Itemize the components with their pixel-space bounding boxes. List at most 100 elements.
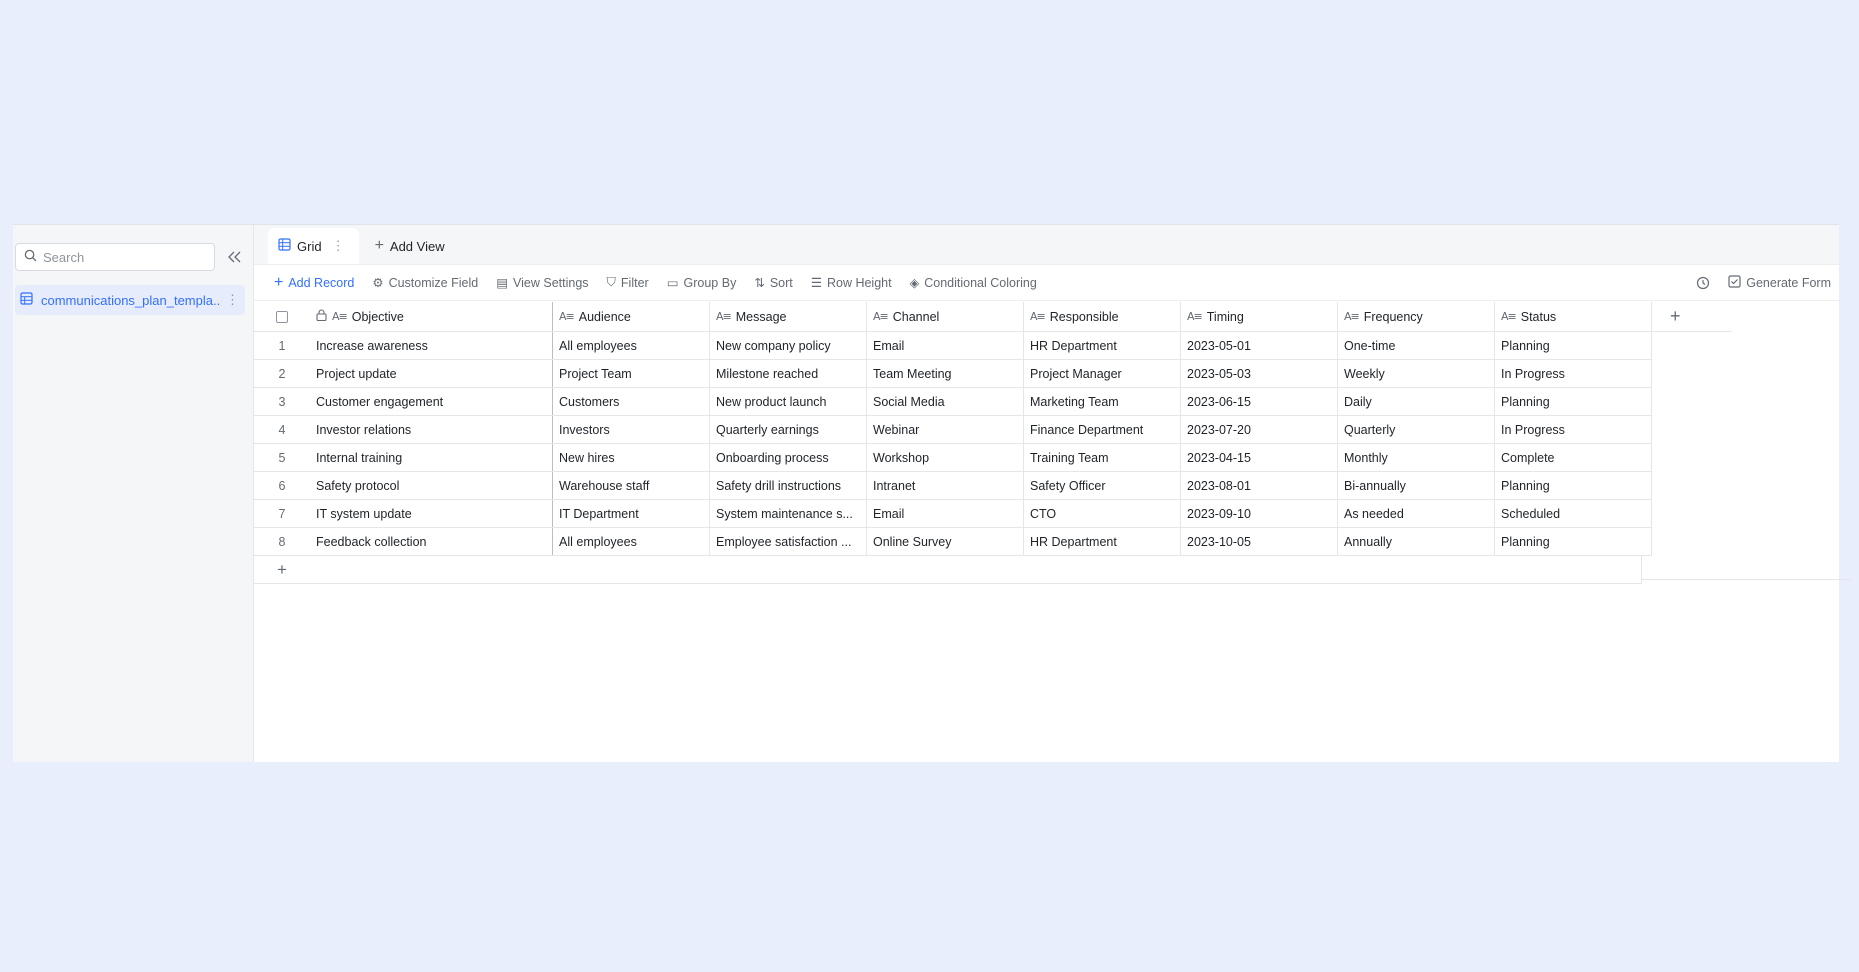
history-icon[interactable] xyxy=(1696,276,1710,290)
cell-responsible[interactable]: Training Team xyxy=(1024,444,1181,471)
generate-form-button[interactable]: Generate Form xyxy=(1728,275,1831,291)
column-header-frequency[interactable]: A≡ Frequency xyxy=(1338,302,1495,331)
table-row[interactable]: 5 Internal training New hires Onboarding pr… xyxy=(254,444,1652,472)
cell-objective[interactable]: Increase awareness xyxy=(310,332,553,359)
cell-objective[interactable]: Customer engagement xyxy=(310,388,553,415)
cell-responsible[interactable]: CTO xyxy=(1024,500,1181,527)
cell-audience[interactable]: Warehouse staff xyxy=(553,472,710,499)
cell-timing[interactable]: 2023-09-10 xyxy=(1181,500,1338,527)
cell-frequency[interactable]: As needed xyxy=(1338,500,1495,527)
table-row[interactable]: 1 Increase awareness All employees New comp… xyxy=(254,332,1652,360)
cell-responsible[interactable]: HR Department xyxy=(1024,528,1181,555)
cell-timing[interactable]: 2023-06-15 xyxy=(1181,388,1338,415)
cell-frequency[interactable]: Quarterly xyxy=(1338,416,1495,443)
add-row-button[interactable]: + xyxy=(254,560,310,580)
cell-audience[interactable]: All employees xyxy=(553,528,710,555)
cell-channel[interactable]: Email xyxy=(867,500,1024,527)
add-view-button[interactable]: + Add View xyxy=(363,228,457,264)
column-header-status[interactable]: A≡ Status xyxy=(1495,302,1652,331)
search-box[interactable] xyxy=(15,243,215,271)
cell-audience[interactable]: Project Team xyxy=(553,360,710,387)
double-chevron-left-icon[interactable] xyxy=(226,248,244,266)
column-header-channel[interactable]: A≡ Channel xyxy=(867,302,1024,331)
cell-timing[interactable]: 2023-07-20 xyxy=(1181,416,1338,443)
cell-channel[interactable]: Online Survey xyxy=(867,528,1024,555)
cell-responsible[interactable]: Project Manager xyxy=(1024,360,1181,387)
cell-message[interactable]: System maintenance s... xyxy=(710,500,867,527)
search-input[interactable] xyxy=(43,249,203,265)
cell-message[interactable]: New company policy xyxy=(710,332,867,359)
cell-message[interactable]: Quarterly earnings xyxy=(710,416,867,443)
cell-objective[interactable]: Investor relations xyxy=(310,416,553,443)
filter-button[interactable]: ⛉ Filter xyxy=(607,275,649,290)
cell-responsible[interactable]: Marketing Team xyxy=(1024,388,1181,415)
column-header-responsible[interactable]: A≡ Responsible xyxy=(1024,302,1181,331)
cell-status[interactable]: Planning xyxy=(1495,472,1652,499)
table-row[interactable]: 8 Feedback collection All employees Employe… xyxy=(254,528,1652,556)
column-header-audience[interactable]: A≡ Audience xyxy=(553,302,710,331)
cell-objective[interactable]: Feedback collection xyxy=(310,528,553,555)
cell-objective[interactable]: Safety protocol xyxy=(310,472,553,499)
tab-grid[interactable]: Grid ⋮ xyxy=(268,228,359,264)
cell-channel[interactable]: Intranet xyxy=(867,472,1024,499)
cell-frequency[interactable]: Monthly xyxy=(1338,444,1495,471)
more-vertical-icon[interactable]: ⋮ xyxy=(226,292,239,308)
cell-audience[interactable]: All employees xyxy=(553,332,710,359)
cell-status[interactable]: Complete xyxy=(1495,444,1652,471)
cell-channel[interactable]: Webinar xyxy=(867,416,1024,443)
cell-timing[interactable]: 2023-10-05 xyxy=(1181,528,1338,555)
cell-channel[interactable]: Workshop xyxy=(867,444,1024,471)
sort-button[interactable]: ⇅ Sort xyxy=(754,275,792,291)
column-header-timing[interactable]: A≡ Timing xyxy=(1181,302,1338,331)
add-column-button[interactable]: + xyxy=(1642,302,1732,332)
cell-responsible[interactable]: Finance Department xyxy=(1024,416,1181,443)
cell-responsible[interactable]: Safety Officer xyxy=(1024,472,1181,499)
select-all-checkbox[interactable] xyxy=(254,302,310,331)
cell-channel[interactable]: Email xyxy=(867,332,1024,359)
row-height-button[interactable]: ☰ Row Height xyxy=(811,275,892,291)
cell-audience[interactable]: Customers xyxy=(553,388,710,415)
cell-timing[interactable]: 2023-04-15 xyxy=(1181,444,1338,471)
group-by-button[interactable]: ▭ Group By xyxy=(667,275,737,291)
cell-message[interactable]: Onboarding process xyxy=(710,444,867,471)
table-row[interactable]: 3 Customer engagement Customers New product… xyxy=(254,388,1652,416)
cell-objective[interactable]: Internal training xyxy=(310,444,553,471)
cell-audience[interactable]: Investors xyxy=(553,416,710,443)
more-vertical-icon[interactable]: ⋮ xyxy=(332,238,345,254)
cell-timing[interactable]: 2023-08-01 xyxy=(1181,472,1338,499)
view-settings-button[interactable]: ▤ View Settings xyxy=(496,275,588,291)
cell-status[interactable]: Planning xyxy=(1495,528,1652,555)
cell-message[interactable]: Employee satisfaction ... xyxy=(710,528,867,555)
cell-frequency[interactable]: Daily xyxy=(1338,388,1495,415)
table-row[interactable]: 6 Safety protocol Warehouse staff Safety dr… xyxy=(254,472,1652,500)
cell-responsible[interactable]: HR Department xyxy=(1024,332,1181,359)
cell-timing[interactable]: 2023-05-03 xyxy=(1181,360,1338,387)
table-row[interactable]: 2 Project update Project Team Milestone rea… xyxy=(254,360,1652,388)
cell-objective[interactable]: Project update xyxy=(310,360,553,387)
cell-status[interactable]: In Progress xyxy=(1495,416,1652,443)
cell-status[interactable]: Scheduled xyxy=(1495,500,1652,527)
cell-timing[interactable]: 2023-05-01 xyxy=(1181,332,1338,359)
cell-message[interactable]: Milestone reached xyxy=(710,360,867,387)
column-header-message[interactable]: A≡ Message xyxy=(710,302,867,331)
cell-status[interactable]: In Progress xyxy=(1495,360,1652,387)
cell-audience[interactable]: New hires xyxy=(553,444,710,471)
add-record-button[interactable]: + Add Record xyxy=(274,274,354,292)
customize-field-button[interactable]: ⚙ Customize Field xyxy=(372,275,478,291)
cell-frequency[interactable]: One-time xyxy=(1338,332,1495,359)
cell-frequency[interactable]: Bi-annually xyxy=(1338,472,1495,499)
conditional-coloring-button[interactable]: ◈ Conditional Coloring xyxy=(910,275,1037,291)
cell-message[interactable]: New product launch xyxy=(710,388,867,415)
cell-frequency[interactable]: Annually xyxy=(1338,528,1495,555)
table-row[interactable]: 4 Investor relations Investors Quarterly ea… xyxy=(254,416,1652,444)
cell-message[interactable]: Safety drill instructions xyxy=(710,472,867,499)
cell-channel[interactable]: Social Media xyxy=(867,388,1024,415)
cell-audience[interactable]: IT Department xyxy=(553,500,710,527)
cell-channel[interactable]: Team Meeting xyxy=(867,360,1024,387)
table-row[interactable]: 7 IT system update IT Department System mai… xyxy=(254,500,1652,528)
sidebar-item-communications-plan[interactable]: communications_plan_templa... ⋮ xyxy=(15,285,245,315)
cell-status[interactable]: Planning xyxy=(1495,332,1652,359)
cell-objective[interactable]: IT system update xyxy=(310,500,553,527)
column-header-objective[interactable]: A≡ Objective xyxy=(310,302,553,331)
cell-frequency[interactable]: Weekly xyxy=(1338,360,1495,387)
